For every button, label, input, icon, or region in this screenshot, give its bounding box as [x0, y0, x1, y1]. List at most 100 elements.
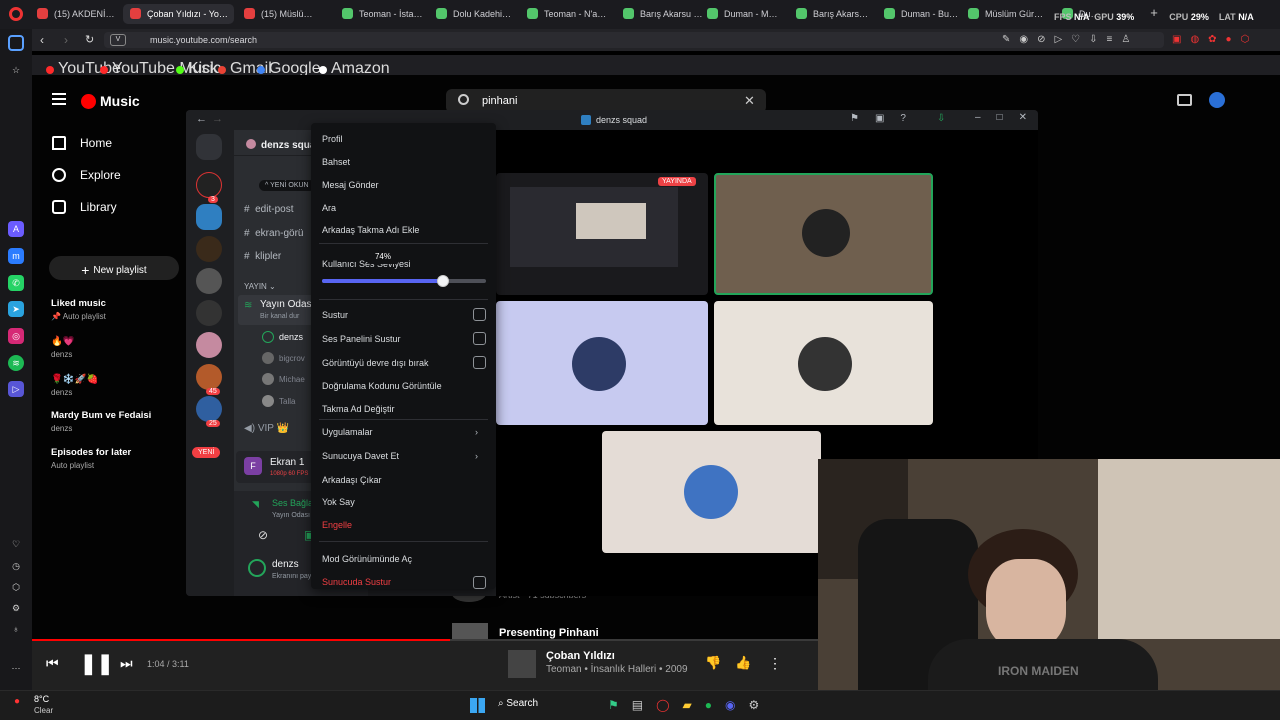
menu-mention[interactable]: Bahset — [322, 157, 350, 167]
voice-user[interactable]: bigcrov — [262, 352, 305, 364]
new-playlist-button[interactable]: + New playlist — [49, 256, 179, 280]
aria-icon[interactable]: A — [8, 221, 24, 237]
clear-search-icon[interactable]: ✕ — [744, 93, 755, 109]
cube-icon[interactable]: ⬡ — [8, 579, 24, 595]
menu-change-nickname[interactable]: Takma Ad Değiştir — [322, 404, 395, 414]
browser-tab[interactable]: Teoman - İstanbul'd — [335, 4, 430, 24]
video-tile-speaking[interactable] — [714, 173, 933, 295]
browser-tab[interactable]: Müslüm Gürses - N — [961, 4, 1051, 24]
camera-off-button[interactable]: ⊘ — [258, 528, 268, 542]
player-icon[interactable]: ▷ — [8, 381, 24, 397]
account-avatar[interactable] — [1209, 92, 1225, 108]
soundboard-checkbox[interactable] — [473, 332, 486, 345]
download-icon[interactable]: ⇩ — [937, 113, 945, 124]
browser-tab[interactable]: Dolu Kadehi Ters Tu — [429, 4, 516, 24]
next-track-icon[interactable]: ⏭ — [120, 655, 133, 672]
guild-icon-anime[interactable] — [196, 332, 222, 358]
cast-icon[interactable] — [1177, 94, 1192, 106]
history-icon[interactable]: ◷ — [8, 558, 24, 574]
menu-apps[interactable]: Uygulamalar — [322, 427, 373, 437]
playlist-item[interactable]: 🌹❄️🚀🍓 denzs — [51, 374, 98, 399]
more-icon[interactable]: ⋯ — [8, 660, 24, 676]
menu-disable-video[interactable]: Görüntüyü devre dışı bırak — [322, 358, 429, 368]
previous-track-icon[interactable]: ⏮ — [46, 655, 59, 672]
menu-call[interactable]: Ara — [322, 203, 336, 213]
video-tile[interactable] — [714, 301, 933, 425]
menu-message[interactable]: Mesaj Gönder — [322, 180, 379, 190]
track-title[interactable]: Çoban Yıldızı — [546, 650, 615, 662]
track-subtitle[interactable]: Teoman • İnsanlık Halleri • 2009 — [546, 664, 688, 675]
voice-user[interactable]: Michae — [262, 373, 305, 385]
star-icon[interactable]: ☆ — [8, 62, 24, 78]
spotify-icon[interactable]: ≋ — [8, 355, 24, 371]
forward-arrow-icon[interactable]: → — [212, 113, 223, 125]
nav-library[interactable]: Library — [52, 200, 117, 220]
nav-explore[interactable]: Explore — [52, 168, 121, 188]
browser-tab[interactable]: Çoban Yıldızı - YouTu — [123, 4, 234, 24]
playlist-item[interactable]: 🔥💗 denzs — [51, 336, 75, 361]
like-icon[interactable]: 👍 — [735, 655, 751, 671]
channel-vip[interactable]: ◀) VIP 👑 — [244, 423, 289, 434]
volume-slider[interactable] — [322, 275, 486, 287]
discord-home-icon[interactable] — [196, 134, 222, 160]
weather-icon[interactable]: ● — [14, 696, 20, 707]
menu-ignore[interactable]: Yok Say — [322, 497, 355, 507]
guild-icon-tr[interactable] — [196, 172, 222, 198]
result-title[interactable]: Presenting Pinhani — [499, 627, 599, 639]
voice-user[interactable]: Talla — [262, 395, 295, 407]
guild-icon-dark[interactable] — [196, 300, 222, 326]
reload-icon[interactable]: ↻ — [85, 33, 94, 46]
window-controls[interactable]: –□✕ — [975, 112, 1038, 123]
settings-icon[interactable]: ⚙ — [8, 600, 24, 616]
extension-icons[interactable]: ▣◍✿●⬡ — [1172, 34, 1258, 45]
voice-user[interactable]: denzs — [262, 331, 303, 343]
new-unread-pill[interactable]: ^ YENİ OKUN — [259, 180, 315, 191]
channel-klipler[interactable]: # klipler — [244, 251, 281, 262]
menu-profile[interactable]: Profil — [322, 134, 343, 144]
back-arrow-icon[interactable]: ← — [196, 113, 207, 125]
album-art[interactable] — [508, 650, 536, 678]
menu-server-mute[interactable]: Sunucuda Sustur — [322, 577, 391, 587]
instagram-icon[interactable]: ◎ — [8, 328, 24, 344]
menu-mute-soundboard[interactable]: Ses Panelini Sustur — [322, 334, 401, 344]
taskbar-search[interactable]: ⌕ Search — [498, 698, 538, 709]
guild-icon-star[interactable] — [196, 396, 222, 422]
whatsapp-icon[interactable]: ✆ — [8, 275, 24, 291]
opera-logo[interactable] — [9, 7, 23, 21]
self-avatar[interactable] — [248, 559, 266, 577]
menu-mod-view[interactable]: Mod Görünümünde Aç — [322, 554, 412, 564]
video-checkbox[interactable] — [473, 356, 486, 369]
menu-verify-code[interactable]: Doğrulama Kodunu Görüntüle — [322, 381, 442, 391]
taskbar-app-icons[interactable]: ⚑▤◯▰●◉⚙ — [608, 698, 772, 712]
pause-icon[interactable]: ❚❚ — [80, 651, 114, 676]
forward-icon[interactable]: › — [64, 33, 68, 47]
guild-icon-blue[interactable] — [196, 204, 222, 230]
inbox-icons[interactable]: ⚑▣? — [850, 113, 922, 124]
stream-tile[interactable]: YAYINDA — [496, 173, 708, 295]
nav-home[interactable]: Home — [52, 136, 112, 156]
result-thumb-2[interactable] — [452, 623, 488, 639]
playlist-item[interactable]: Liked music 📌 Auto playlist — [51, 298, 106, 323]
guild-icon-v[interactable] — [196, 236, 222, 262]
bulb-icon[interactable]: ♁ — [8, 621, 24, 637]
menu-invite[interactable]: Sunucuya Davet Et — [322, 451, 399, 461]
video-tile[interactable] — [602, 431, 821, 553]
back-icon[interactable]: ‹ — [40, 33, 44, 47]
browser-tab[interactable]: Teoman - N'apim T — [520, 4, 614, 24]
volume-slider-handle[interactable] — [437, 275, 450, 287]
guild-icon-fox[interactable] — [196, 364, 222, 390]
browser-tab[interactable]: (15) AKDENİZ BÖLG — [30, 4, 119, 24]
category-yayin[interactable]: YAYIN ⌄ — [244, 282, 276, 291]
browser-tab[interactable]: Barış Akarsu - Islak — [789, 4, 876, 24]
playlist-item[interactable]: Mardy Bum ve Fedaisi denzs — [51, 410, 151, 435]
heart-icon[interactable]: ♡ — [8, 536, 24, 552]
dislike-icon[interactable]: 👎 — [705, 655, 721, 671]
more-options-icon[interactable]: ⋮ — [768, 655, 782, 672]
channel-ekran[interactable]: # ekran-görü — [244, 228, 303, 239]
guild-icon-person[interactable] — [196, 268, 222, 294]
browser-tab[interactable]: Duman - Manası Yo — [700, 4, 786, 24]
home-icon[interactable] — [8, 35, 24, 51]
menu-block[interactable]: Engelle — [322, 520, 352, 530]
windows-start-icon[interactable] — [470, 698, 485, 713]
browser-tab[interactable]: (15) Müslüm Gürses — [237, 4, 323, 24]
